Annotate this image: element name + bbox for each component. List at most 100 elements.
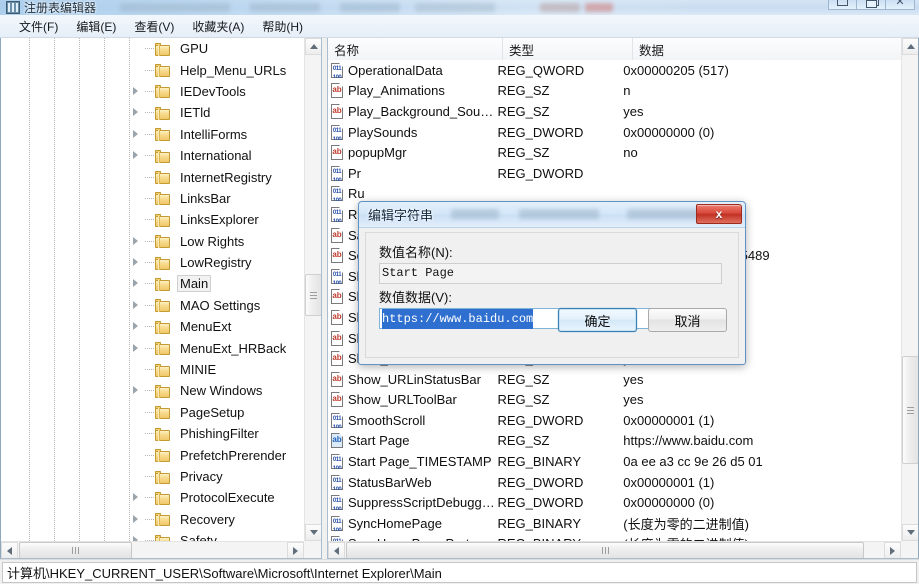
menu-file[interactable]: 文件(F) — [10, 16, 67, 37]
table-row[interactable]: ab Show_URLToolBar REG_SZ yes — [328, 390, 901, 411]
tree-item[interactable]: PageSetup — [1, 402, 304, 423]
tree-item[interactable]: New Windows — [1, 380, 304, 401]
table-row[interactable]: 011100SuppressScriptDebuggerDi...REG_DWO… — [328, 492, 901, 513]
values-scroll-up-button[interactable] — [902, 38, 918, 55]
maximize-button[interactable] — [857, 0, 886, 10]
tree-item[interactable]: Main — [1, 273, 304, 294]
tree-item[interactable]: International — [1, 145, 304, 166]
tree-item[interactable]: Privacy — [1, 466, 304, 487]
value-name-input[interactable]: Start Page — [379, 263, 722, 284]
tree-scroll-up-button[interactable] — [305, 38, 321, 55]
tree-item[interactable]: IntelliForms — [1, 124, 304, 145]
tree-hscrollbar-thumb[interactable] — [19, 542, 132, 558]
string-value-icon: ab — [331, 309, 345, 325]
chevron-right-icon[interactable] — [129, 380, 145, 401]
tree-item[interactable]: IEDevTools — [1, 81, 304, 102]
tree-item[interactable]: InternetRegistry — [1, 166, 304, 187]
values-scroll-down-button[interactable] — [902, 524, 918, 541]
cancel-button[interactable]: 取消 — [648, 308, 727, 332]
table-row[interactable]: 011100SyncHomePage Protected ...REG_BINA… — [328, 534, 901, 541]
tree-connector — [145, 81, 155, 102]
column-header-name[interactable]: 名称 — [328, 38, 503, 60]
ok-button[interactable]: 确定 — [558, 308, 637, 332]
chevron-right-icon[interactable] — [129, 273, 145, 294]
value-name-label: 数值名称(N): — [379, 245, 453, 260]
values-scroll-right-button[interactable] — [884, 542, 901, 558]
registry-tree-pane: GPU Help_Menu_URLs IEDevTools IETld IntelliF… — [0, 38, 322, 559]
table-row[interactable]: ab Start Page REG_SZ https://www.baidu.com — [328, 431, 901, 452]
tree-item[interactable]: Safety — [1, 530, 304, 541]
table-row[interactable]: 011 100 SyncHomePage REG_BINARY (长度为零的二进制值) — [328, 513, 901, 534]
table-row[interactable]: 011 100 Pr REG_DWORD — [328, 163, 901, 184]
tree-item[interactable]: IETld — [1, 102, 304, 123]
tree-item[interactable]: GPU — [1, 38, 304, 59]
dialog-close-button[interactable]: x — [696, 204, 742, 224]
table-row[interactable]: ab Show_URLinStatusBar REG_SZ yes — [328, 369, 901, 390]
value-data-cell: 0a ee a3 cc 9e 26 d5 01 — [623, 454, 763, 470]
chevron-right-icon[interactable] — [129, 509, 145, 530]
folder-icon — [155, 256, 172, 270]
value-name-cell: ab Start Page — [328, 433, 497, 449]
tree-item[interactable]: LowRegistry — [1, 252, 304, 273]
tree-scrollbar-thumb[interactable] — [305, 274, 321, 316]
table-row[interactable]: 011 100 Start Page_TIMESTAMP REG_BINARY 0a e… — [328, 451, 901, 472]
table-row[interactable]: ab Play_Animations REG_SZ n — [328, 81, 901, 102]
tree-item[interactable]: Recovery — [1, 509, 304, 530]
tree-item[interactable]: MAO Settings — [1, 295, 304, 316]
table-row[interactable]: 011 100 SmoothScroll REG_DWORD 0x00000001 (1… — [328, 410, 901, 431]
close-button[interactable]: ✕ — [886, 0, 915, 10]
tree-item[interactable]: LinksBar — [1, 188, 304, 209]
tree-item[interactable]: PhishingFilter — [1, 423, 304, 444]
column-header-type[interactable]: 类型 — [503, 38, 633, 60]
chevron-right-icon[interactable] — [129, 338, 145, 359]
tree-item[interactable]: Help_Menu_URLs — [1, 59, 304, 80]
chevron-right-icon[interactable] — [129, 252, 145, 273]
tree-item[interactable]: MenuExt — [1, 316, 304, 337]
binary-value-icon: 011100 — [331, 495, 345, 511]
menu-favorites[interactable]: 收藏夹(A) — [183, 16, 253, 37]
values-scroll-left-button[interactable] — [328, 542, 345, 558]
column-header-data[interactable]: 数据 — [633, 38, 903, 60]
tree-item[interactable]: PrefetchPrerender — [1, 444, 304, 465]
tree-connector — [145, 60, 155, 81]
menu-view[interactable]: 查看(V) — [125, 16, 183, 37]
values-scrollbar-thumb[interactable] — [902, 356, 918, 464]
chevron-right-icon[interactable] — [129, 487, 145, 508]
table-row[interactable]: 011 100 PlaySounds REG_DWORD 0x00000000 (0) — [328, 122, 901, 143]
tree-item[interactable]: Low Rights — [1, 231, 304, 252]
chevron-right-icon[interactable] — [129, 102, 145, 123]
tree-item[interactable]: LinksExplorer — [1, 209, 304, 230]
tree-item[interactable]: MINIE — [1, 359, 304, 380]
tree-vertical-scrollbar[interactable] — [304, 38, 321, 541]
tree-item[interactable]: MenuExt_HRBack — [1, 337, 304, 358]
chevron-right-icon[interactable] — [129, 316, 145, 337]
tree-item[interactable]: ProtocolExecute — [1, 487, 304, 508]
tree-horizontal-scrollbar[interactable] — [1, 541, 304, 558]
menu-help[interactable]: 帮助(H) — [253, 16, 312, 37]
tree-connector — [145, 102, 155, 123]
tree-connector — [145, 487, 155, 508]
table-row[interactable]: ab popupMgr REG_SZ no — [328, 142, 901, 163]
chevron-right-icon[interactable] — [129, 81, 145, 102]
menu-edit[interactable]: 编辑(E) — [67, 16, 125, 37]
values-vertical-scrollbar[interactable] — [901, 38, 918, 541]
tree-connector — [145, 466, 155, 487]
chevron-right-icon[interactable] — [129, 124, 145, 145]
values-hscrollbar-thumb[interactable] — [346, 542, 864, 558]
value-name-text: Play_Background_Sounds — [348, 103, 498, 119]
chevron-right-icon[interactable] — [129, 530, 145, 541]
tree-scroll-left-button[interactable] — [1, 542, 18, 558]
value-name-text: Pr — [348, 165, 361, 181]
minimize-button[interactable] — [828, 0, 857, 10]
chevron-right-icon[interactable] — [129, 295, 145, 316]
table-row[interactable]: 011 100 OperationalData REG_QWORD 0x00000205… — [328, 60, 901, 81]
table-row[interactable]: ab Play_Background_Sounds REG_SZ yes — [328, 101, 901, 122]
tree-scroll-down-button[interactable] — [305, 524, 321, 541]
chevron-right-icon[interactable] — [129, 231, 145, 252]
tree-scroll-right-button[interactable] — [287, 542, 304, 558]
dialog-body: 数值名称(N): Start Page 数值数据(V): https://www… — [365, 232, 739, 358]
chevron-right-icon[interactable] — [129, 145, 145, 166]
values-horizontal-scrollbar[interactable] — [328, 541, 901, 558]
table-row[interactable]: 011 100 StatusBarWeb REG_DWORD 0x00000001 (1… — [328, 472, 901, 493]
